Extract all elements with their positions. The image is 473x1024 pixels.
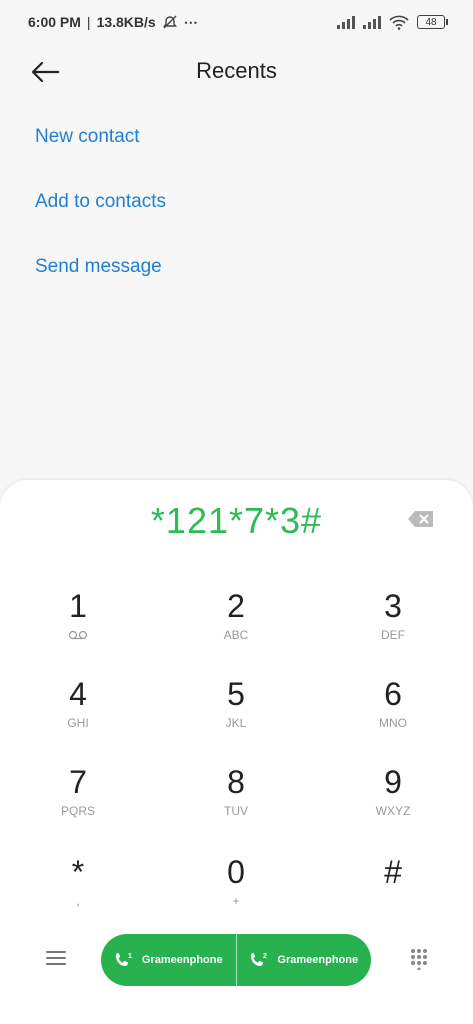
key-4[interactable]: 4 GHI [18,676,138,756]
key-digit: 1 [69,588,87,624]
key-letters: ABC [223,628,249,642]
key-5[interactable]: 5 JKL [176,676,296,756]
signal-sim2-icon [363,15,381,29]
status-network-speed: 13.8KB/s [96,14,156,30]
status-time: 6:00 PM [28,14,81,30]
add-to-contacts-link[interactable]: Add to contacts [35,191,166,213]
key-letters: , [76,894,80,908]
status-left: 6:00 PM | 13.8KB/s ⋯ [28,14,198,31]
svg-text:1: 1 [128,953,132,960]
more-notifications-icon: ⋯ [183,13,198,30]
battery-icon: 48 [417,15,448,29]
keypad-toggle-button[interactable] [409,948,429,971]
signal-sim1-icon [337,15,355,29]
key-digit: 3 [384,588,402,624]
key-digit: 2 [227,588,245,624]
new-contact-link[interactable]: New contact [35,126,140,148]
key-hash[interactable]: # [333,854,453,934]
key-digit: 6 [384,676,402,712]
status-bar: 6:00 PM | 13.8KB/s ⋯ 48 [0,0,473,44]
call-sim2-button[interactable]: 2 Grameenphone [235,934,372,986]
key-digit: 8 [227,764,245,800]
menu-button[interactable] [44,948,68,968]
hamburger-icon [46,951,66,965]
key-2[interactable]: 2 ABC [176,588,296,668]
key-letters: + [232,894,240,908]
call-sim1-button[interactable]: 1 Grameenphone [101,934,236,986]
key-9[interactable]: 9 WXYZ [333,764,453,844]
backspace-button[interactable] [407,510,435,528]
key-0[interactable]: 0 + [176,854,296,934]
key-letters: MNO [379,716,407,730]
dialer-panel: *121*7*3# 1 2 ABC 3 DEF 4 GHI 5 JKL 6 MN… [0,480,473,1024]
key-digit: # [384,854,402,890]
keypad-icon [411,949,427,971]
svg-text:2: 2 [263,953,267,960]
key-letters: WXYZ [375,804,411,818]
sim1-label: Grameenphone [141,954,223,966]
page-title: Recents [196,58,277,83]
key-3[interactable]: 3 DEF [333,588,453,668]
key-6[interactable]: 6 MNO [333,676,453,756]
key-digit: 5 [227,676,245,712]
key-digit: 0 [227,854,245,890]
key-7[interactable]: 7 PQRS [18,764,138,844]
alarm-off-icon [162,15,177,29]
header: Recents [0,48,473,96]
status-right: 48 [337,15,448,30]
key-star[interactable]: * , [18,854,138,934]
voicemail-icon [68,630,88,640]
phone-sim2-icon: 2 [251,953,267,966]
key-1[interactable]: 1 [18,588,138,668]
wifi-icon [389,15,409,30]
key-digit: 4 [69,676,87,712]
key-letters: PQRS [60,804,95,818]
backspace-icon [408,511,433,527]
key-digit: * [71,854,85,890]
key-letters: TUV [224,804,248,818]
phone-sim1-icon: 1 [115,953,132,966]
key-8[interactable]: 8 TUV [176,764,296,844]
send-message-link[interactable]: Send message [35,256,162,278]
key-digit: 9 [384,764,402,800]
sim2-label: Grameenphone [277,954,359,966]
call-buttons: 1 Grameenphone 2 Grameenphone [101,934,371,986]
dialed-number: *121*7*3# [150,500,323,541]
status-separator: | [86,14,91,30]
key-letters: DEF [381,628,405,642]
key-digit: 7 [69,764,87,800]
key-letters: GHI [67,716,89,730]
key-letters: JKL [225,716,247,730]
